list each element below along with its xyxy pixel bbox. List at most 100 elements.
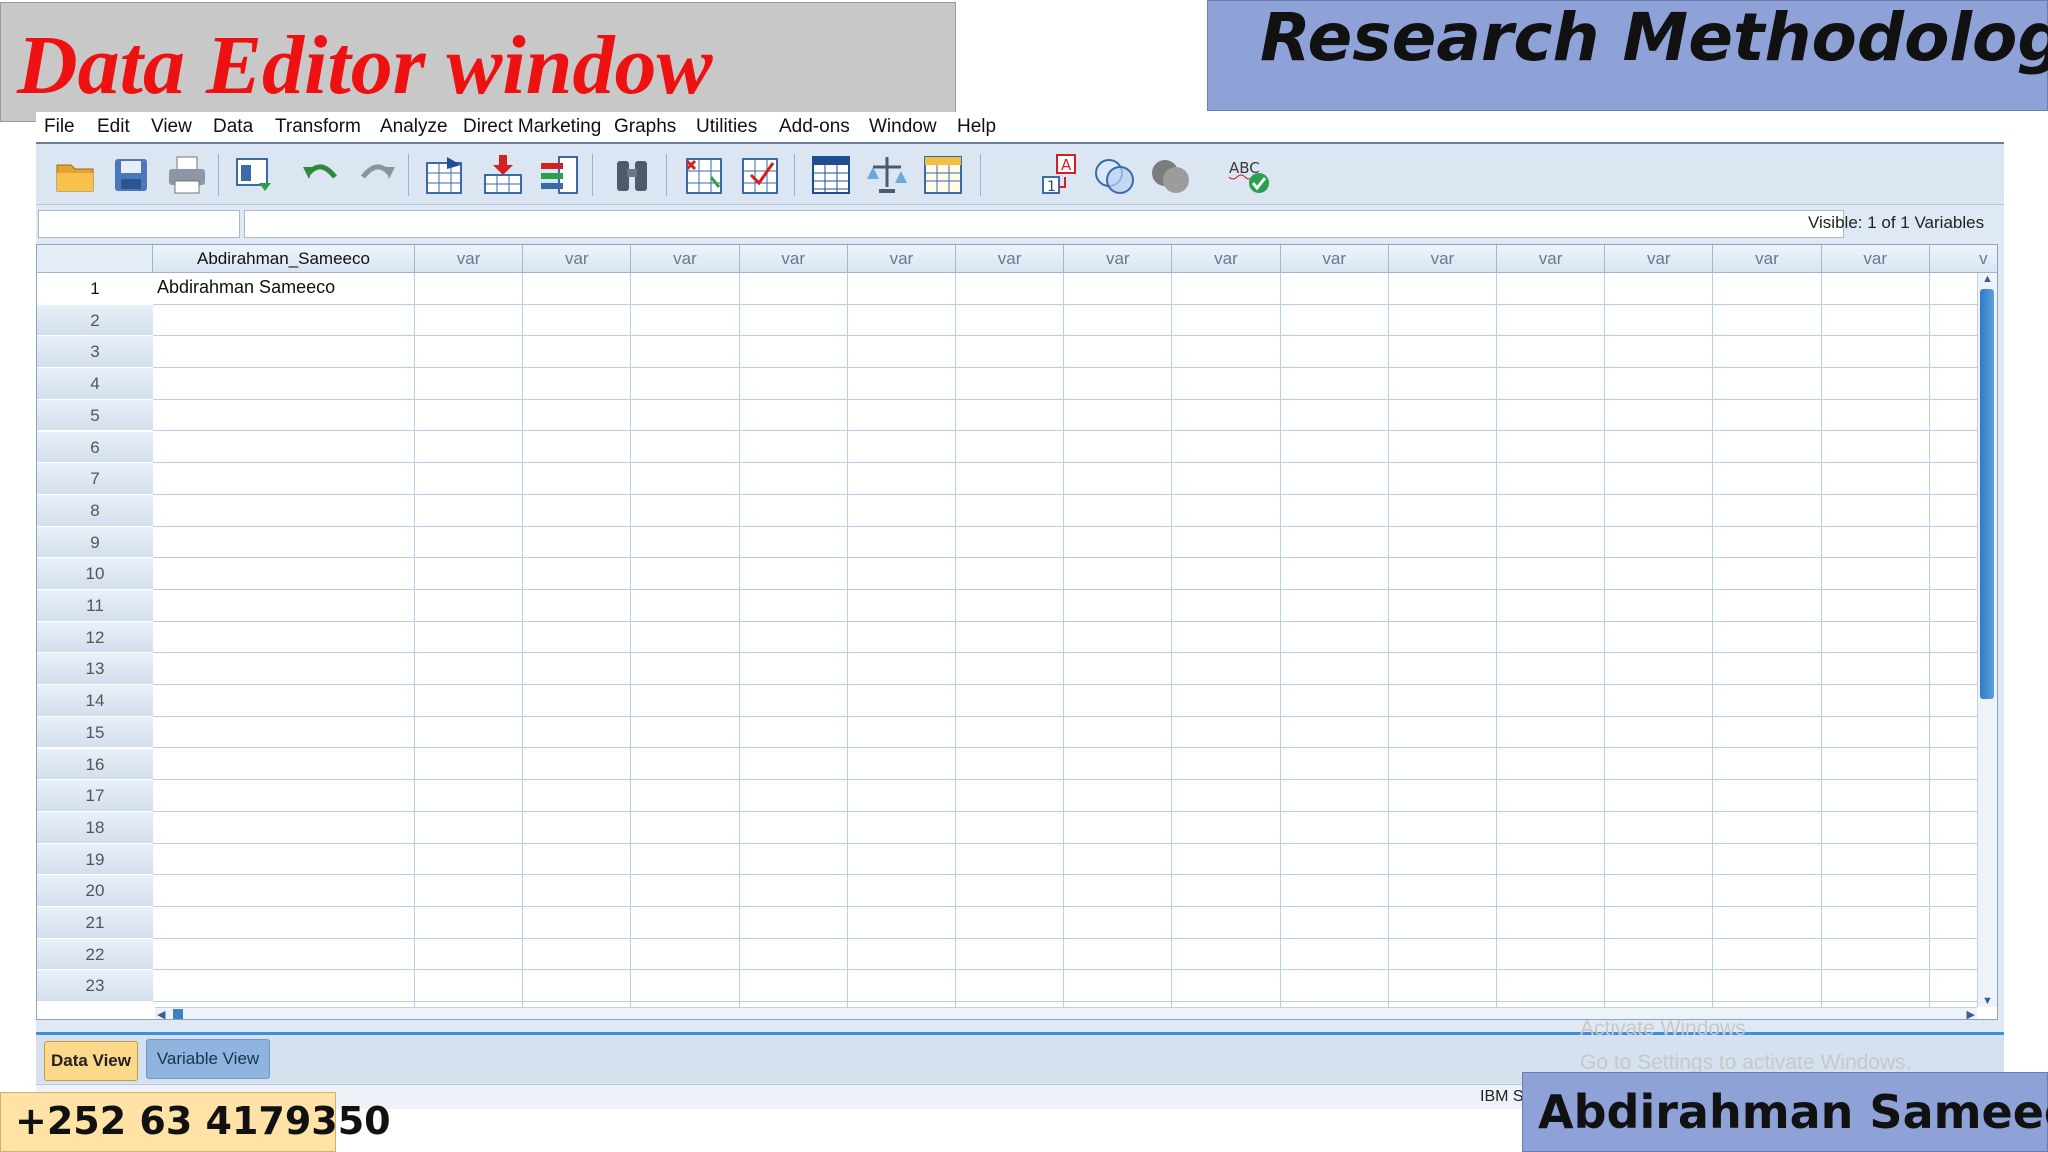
column-header-var[interactable]: v xyxy=(1929,245,1997,273)
table-row[interactable] xyxy=(153,907,1977,939)
row-header[interactable]: 15 xyxy=(37,716,153,749)
menu-help[interactable]: Help xyxy=(957,116,996,138)
row-header[interactable]: 5 xyxy=(37,399,153,432)
table-row[interactable] xyxy=(153,305,1977,337)
column-header-var[interactable]: var xyxy=(847,245,956,273)
goto-variable-icon[interactable] xyxy=(480,152,526,198)
horizontal-scroll-thumb[interactable] xyxy=(173,1009,183,1019)
cell-1-abdirahman-sameeco[interactable]: Abdirahman Sameeco xyxy=(157,277,335,298)
table-row[interactable] xyxy=(153,432,1977,464)
row-header[interactable]: 4 xyxy=(37,368,153,400)
row-header[interactable]: 11 xyxy=(37,590,153,622)
table-row[interactable] xyxy=(153,273,1977,305)
column-header-var[interactable]: var xyxy=(1064,245,1173,273)
menu-transform[interactable]: Transform xyxy=(275,116,361,138)
row-header[interactable]: 16 xyxy=(37,748,153,781)
print-icon[interactable] xyxy=(164,152,210,198)
row-header[interactable]: 23 xyxy=(37,970,153,1003)
menu-view[interactable]: View xyxy=(151,116,192,138)
column-header-var[interactable]: var xyxy=(1388,245,1497,273)
row-header[interactable]: 14 xyxy=(37,685,153,717)
table-row[interactable] xyxy=(153,622,1977,654)
row-header[interactable]: 13 xyxy=(37,653,153,686)
table-row[interactable] xyxy=(153,970,1977,1003)
column-header-var[interactable]: var xyxy=(1821,245,1930,273)
column-header-var[interactable]: var xyxy=(1280,245,1389,273)
table-row[interactable] xyxy=(153,336,1977,369)
row-header[interactable]: 19 xyxy=(37,843,153,876)
row-header[interactable]: 9 xyxy=(37,526,153,559)
column-header-var[interactable]: var xyxy=(1497,245,1606,273)
save-icon[interactable] xyxy=(108,152,154,198)
weight-cases-icon[interactable] xyxy=(864,152,910,198)
vertical-scroll-thumb[interactable] xyxy=(1980,289,1994,699)
menu-data[interactable]: Data xyxy=(213,116,253,138)
menu-file[interactable]: File xyxy=(44,116,75,138)
select-cases-icon[interactable] xyxy=(920,152,966,198)
redo-icon[interactable] xyxy=(354,152,400,198)
menu-utilities[interactable]: Utilities xyxy=(696,116,757,138)
table-row[interactable] xyxy=(153,844,1977,876)
table-row[interactable] xyxy=(153,749,1977,781)
row-header[interactable]: 1 xyxy=(37,273,153,305)
dialog-recall-icon[interactable] xyxy=(232,152,278,198)
row-header[interactable]: 20 xyxy=(37,875,153,907)
scroll-down-arrow-icon[interactable]: ▼ xyxy=(1982,995,1993,1007)
vertical-scrollbar[interactable]: ▲ ▼ xyxy=(1977,273,1997,1007)
table-row[interactable] xyxy=(153,400,1977,432)
table-row[interactable] xyxy=(153,685,1977,717)
row-header[interactable]: 10 xyxy=(37,558,153,590)
row-header[interactable]: 7 xyxy=(37,463,153,495)
table-row[interactable] xyxy=(153,368,1977,400)
menu-direct-marketing[interactable]: Direct Marketing xyxy=(463,116,601,138)
find-icon[interactable] xyxy=(610,152,656,198)
table-row[interactable] xyxy=(153,717,1977,749)
cell-value-editor[interactable] xyxy=(244,210,1844,238)
open-folder-icon[interactable] xyxy=(52,152,98,198)
use-sets-icon[interactable] xyxy=(1092,152,1138,198)
menu-analyze[interactable]: Analyze xyxy=(380,116,448,138)
row-header[interactable]: 2 xyxy=(37,304,153,337)
tab-variable-view[interactable]: Variable View xyxy=(146,1039,270,1079)
column-header-var[interactable]: var xyxy=(739,245,848,273)
grid-corner[interactable] xyxy=(37,245,153,273)
cell-reference-box[interactable] xyxy=(38,210,240,238)
row-header[interactable]: 6 xyxy=(37,431,153,464)
menu-graphs[interactable]: Graphs xyxy=(614,116,676,138)
split-file-icon[interactable] xyxy=(808,152,854,198)
column-header-var[interactable]: var xyxy=(1605,245,1714,273)
variables-icon[interactable] xyxy=(536,152,582,198)
insert-cases-icon[interactable] xyxy=(680,152,726,198)
show-all-variables-icon[interactable] xyxy=(1148,152,1194,198)
menu-edit[interactable]: Edit xyxy=(97,116,130,138)
row-header[interactable]: 21 xyxy=(37,907,153,939)
menu-add-ons[interactable]: Add-ons xyxy=(779,116,850,138)
row-header[interactable]: 17 xyxy=(37,780,153,812)
spell-check-icon[interactable]: ABC xyxy=(1226,152,1272,198)
row-header[interactable]: 18 xyxy=(37,811,153,844)
column-header-var[interactable]: var xyxy=(1172,245,1281,273)
column-header-var[interactable]: var xyxy=(956,245,1065,273)
insert-variable-icon[interactable] xyxy=(736,152,782,198)
menu-window[interactable]: Window xyxy=(869,116,937,138)
table-row[interactable] xyxy=(153,939,1977,971)
table-row[interactable] xyxy=(153,812,1977,844)
column-header-var[interactable]: var xyxy=(1713,245,1822,273)
column-header-var[interactable]: var xyxy=(523,245,632,273)
table-row[interactable] xyxy=(153,558,1977,590)
table-row[interactable] xyxy=(153,590,1977,622)
scroll-up-arrow-icon[interactable]: ▲ xyxy=(1982,273,1993,285)
column-header-abdirahman-sameeco[interactable]: Abdirahman_Sameeco xyxy=(153,245,415,273)
tab-data-view[interactable]: Data View xyxy=(44,1041,138,1081)
column-header-var[interactable]: var xyxy=(631,245,740,273)
table-row[interactable] xyxy=(153,875,1977,907)
column-header-var[interactable]: var xyxy=(415,245,524,273)
table-row[interactable] xyxy=(153,653,1977,686)
row-header[interactable]: 22 xyxy=(37,938,153,971)
table-row[interactable] xyxy=(153,527,1977,559)
table-row[interactable] xyxy=(153,495,1977,527)
scroll-left-arrow-icon[interactable]: ◀ xyxy=(157,1008,165,1019)
value-labels-icon[interactable]: A1 xyxy=(1036,152,1082,198)
row-header[interactable]: 3 xyxy=(37,336,153,369)
goto-case-icon[interactable] xyxy=(422,152,468,198)
